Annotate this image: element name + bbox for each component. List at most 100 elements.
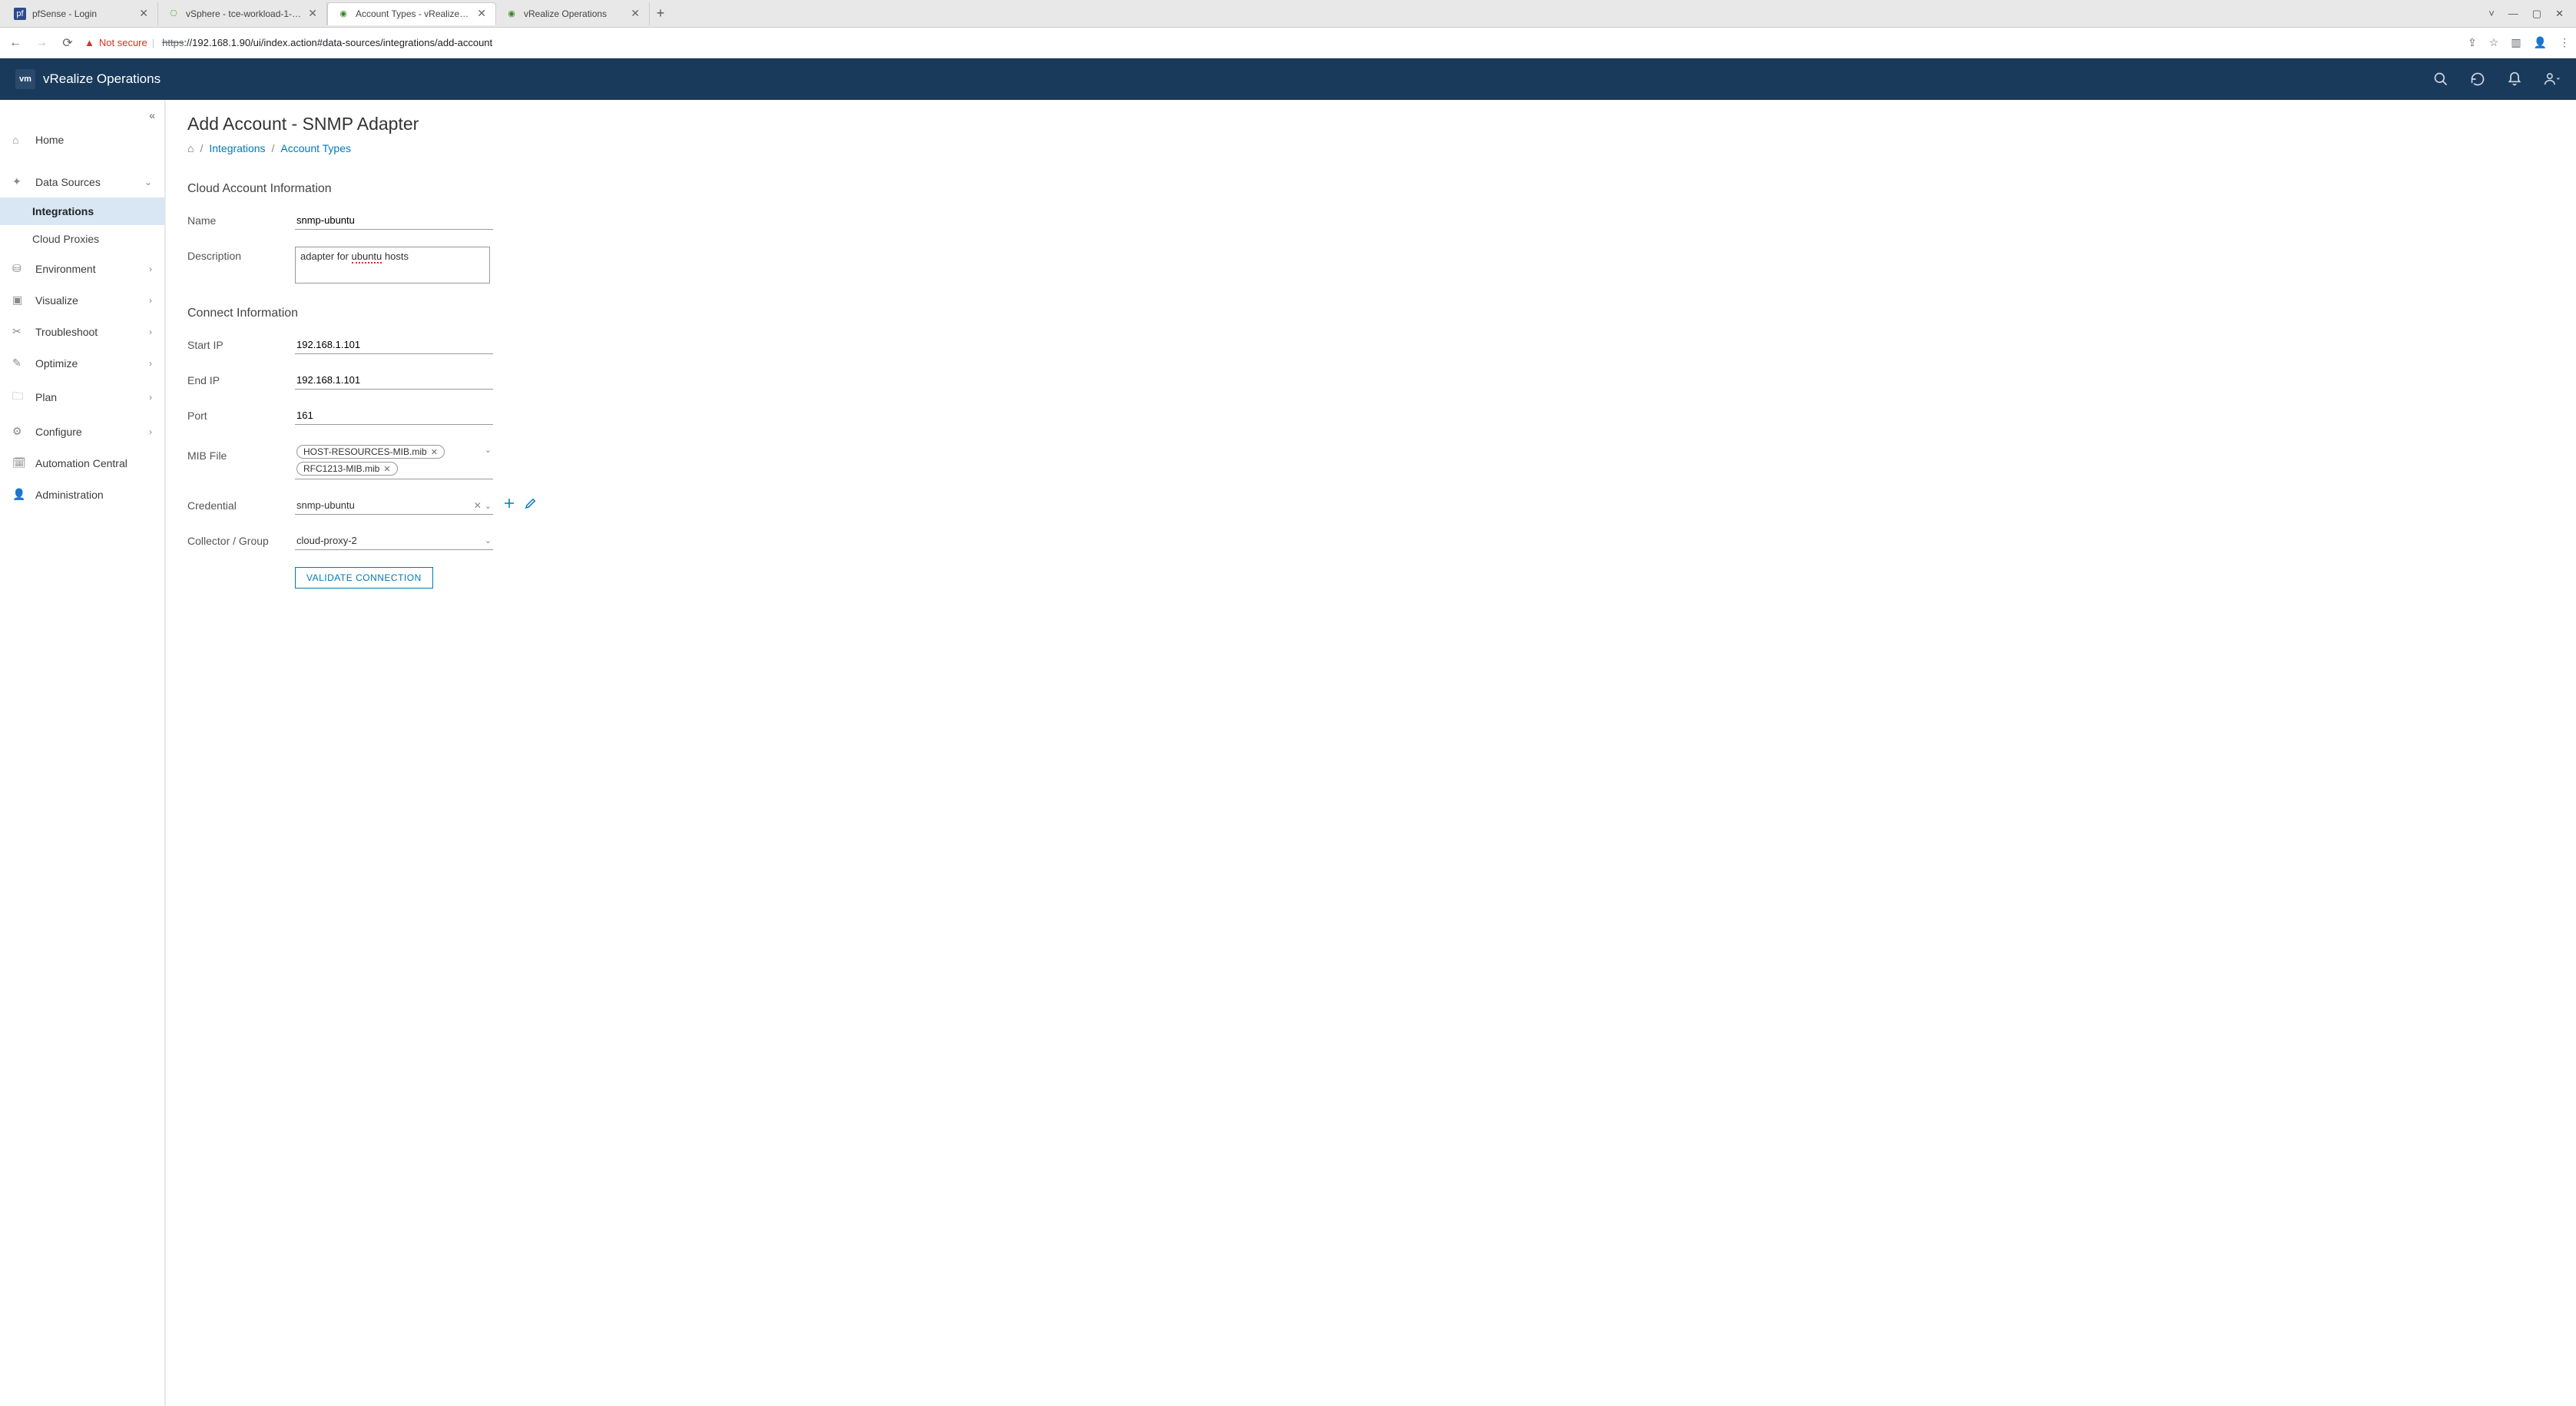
- edit-credential-button[interactable]: [524, 496, 538, 510]
- sidebar-icon: ⌂: [12, 134, 26, 146]
- menu-icon[interactable]: ⋮: [2559, 36, 2570, 49]
- sidebar-icon: 🗓: [12, 456, 26, 469]
- chevron-down-icon: ⌄: [485, 502, 492, 511]
- chevron-down-icon: ⌄: [485, 536, 492, 545]
- tab-close-icon[interactable]: ✕: [139, 7, 148, 20]
- main-content: Add Account - SNMP Adapter ⌂ / Integrati…: [165, 100, 2576, 1406]
- sidebar-icon: ⛁: [12, 262, 26, 275]
- sidebar-item-data-sources[interactable]: ✦ Data Sources ⌄: [0, 166, 164, 197]
- profile-icon[interactable]: 👤: [2534, 36, 2547, 49]
- sidebar-item-label: Environment: [35, 263, 96, 275]
- tab-close-icon[interactable]: ✕: [631, 7, 640, 20]
- name-input[interactable]: [295, 211, 493, 230]
- chevron-right-icon: ›: [149, 426, 152, 437]
- window-close-icon[interactable]: ✕: [2555, 8, 2564, 20]
- sidebar-item-environment[interactable]: ⛁Environment›: [0, 253, 164, 284]
- sidebar-item-label: Visualize: [35, 294, 78, 307]
- mib-chip-label: RFC1213-MIB.mib: [303, 463, 379, 474]
- warning-icon: ▲: [84, 37, 94, 48]
- new-tab-button[interactable]: +: [650, 5, 671, 22]
- label-description: Description: [187, 247, 295, 262]
- chevron-right-icon: ›: [149, 358, 152, 369]
- sidebar-item-label: Plan: [35, 391, 57, 403]
- sidebar-subitem-cloud-proxies[interactable]: Cloud Proxies: [0, 225, 164, 253]
- sidebar-icon: ⚙: [12, 425, 26, 438]
- sidebar-collapse-button[interactable]: «: [140, 106, 164, 124]
- browser-tab-bar: pfpfSense - Login✕ ⎔ vSphere - tce-workloa…: [0, 0, 2576, 28]
- sidebar-item-configure[interactable]: ⚙ Configure ›: [0, 416, 164, 447]
- breadcrumb-home-icon[interactable]: ⌂: [187, 142, 194, 154]
- section-cloud-account: Cloud Account Information: [187, 182, 2554, 196]
- start-ip-input[interactable]: [295, 336, 493, 354]
- sidebar-icon: 🗀: [12, 388, 26, 406]
- tab-favicon: ◉: [505, 8, 518, 20]
- credential-select[interactable]: snmp-ubuntu ✕⌄: [295, 496, 493, 515]
- mib-chip: HOST-RESOURCES-MIB.mib ✕: [296, 445, 445, 459]
- user-menu-icon[interactable]: [2544, 71, 2561, 87]
- window-maximize-icon[interactable]: ▢: [2532, 8, 2541, 20]
- sidebar-item-plan[interactable]: 🗀 Plan ›: [0, 379, 164, 416]
- mib-chip: RFC1213-MIB.mib ✕: [296, 462, 398, 476]
- chevron-right-icon: ›: [149, 392, 152, 403]
- window-controls: ˅ — ▢ ✕: [2488, 8, 2571, 20]
- security-indicator[interactable]: ▲ Not secure |: [84, 37, 154, 48]
- browser-tab[interactable]: ◉vRealize Operations✕: [496, 2, 650, 25]
- tab-favicon: ⎔: [167, 8, 180, 20]
- bell-icon[interactable]: [2507, 71, 2522, 87]
- vmware-logo: vm: [15, 69, 35, 89]
- browser-tab[interactable]: pfpfSense - Login✕: [5, 2, 158, 25]
- tab-close-icon[interactable]: ✕: [308, 7, 317, 20]
- description-textarea[interactable]: adapter for ubuntu hosts: [295, 247, 490, 284]
- section-connect: Connect Information: [187, 307, 2554, 320]
- sidebar-item-troubleshoot[interactable]: ✂Troubleshoot›: [0, 316, 164, 347]
- end-ip-input[interactable]: [295, 371, 493, 390]
- window-minimize-icon[interactable]: —: [2508, 8, 2518, 20]
- validate-connection-button[interactable]: VALIDATE CONNECTION: [295, 567, 433, 589]
- sidebar-item-optimize[interactable]: ✎Optimize›: [0, 347, 164, 379]
- sidebar-item-home[interactable]: ⌂Home: [0, 124, 164, 155]
- collector-select[interactable]: cloud-proxy-2 ⌄: [295, 532, 493, 550]
- nav-forward-button[interactable]: →: [32, 36, 51, 50]
- port-input[interactable]: [295, 406, 493, 425]
- bookmark-icon[interactable]: ☆: [2489, 36, 2499, 49]
- tab-close-icon[interactable]: ✕: [477, 7, 486, 20]
- chevron-right-icon: ›: [149, 295, 152, 306]
- sidebar-item-visualize[interactable]: ▣Visualize›: [0, 284, 164, 316]
- sidebar-subitem-integrations[interactable]: Integrations: [0, 197, 164, 225]
- chevron-right-icon: ›: [149, 327, 152, 337]
- label-start-ip: Start IP: [187, 336, 295, 351]
- window-caret-down-icon[interactable]: ˅: [2488, 8, 2495, 20]
- browser-tab[interactable]: ⎔ vSphere - tce-workload-1-md-2- ✕: [158, 2, 327, 25]
- label-collector: Collector / Group: [187, 532, 295, 547]
- add-credential-button[interactable]: [502, 496, 516, 510]
- url-display[interactable]: https://192.168.1.90/ui/index.action#dat…: [162, 37, 492, 48]
- chevron-down-icon: ⌄: [144, 177, 152, 187]
- sidebar: « ⌂Home ✦ Data Sources ⌄ IntegrationsCloud P…: [0, 100, 165, 1406]
- search-icon[interactable]: [2433, 71, 2449, 87]
- browser-address-bar: ← → ⟳ ▲ Not secure | https://192.168.1.9…: [0, 28, 2576, 58]
- mib-file-select[interactable]: HOST-RESOURCES-MIB.mib✕RFC1213-MIB.mib✕ …: [295, 442, 493, 479]
- chip-remove-icon[interactable]: ✕: [383, 464, 390, 474]
- sidebar-item-administration[interactable]: 👤Administration: [0, 479, 164, 510]
- nav-back-button[interactable]: ←: [6, 36, 25, 50]
- sidebar-icon: ✦: [12, 175, 26, 188]
- refresh-icon[interactable]: [2470, 71, 2485, 87]
- chip-remove-icon[interactable]: ✕: [431, 447, 438, 457]
- clear-credential-icon[interactable]: ✕: [474, 500, 482, 511]
- nav-reload-button[interactable]: ⟳: [58, 35, 77, 51]
- security-text: Not secure: [99, 37, 147, 48]
- sidebar-item-label: Data Sources: [35, 176, 101, 188]
- sidebar-item-automation-central[interactable]: 🗓Automation Central: [0, 447, 164, 479]
- sidebar-item-label: Configure: [35, 426, 82, 438]
- sidebar-item-label: Troubleshoot: [35, 326, 98, 338]
- mib-chip-label: HOST-RESOURCES-MIB.mib: [303, 446, 427, 457]
- tab-title: Account Types - vRealize Operati: [356, 8, 471, 19]
- sidebar-item-label: Optimize: [35, 357, 78, 370]
- panel-icon[interactable]: ▥: [2511, 36, 2521, 49]
- tab-favicon: pf: [14, 8, 26, 20]
- share-icon[interactable]: ⇪: [2468, 36, 2477, 49]
- tab-title: vSphere - tce-workload-1-md-2-: [186, 8, 302, 19]
- browser-tab[interactable]: ◉Account Types - vRealize Operati✕: [327, 2, 496, 25]
- breadcrumb-account-types[interactable]: Account Types: [280, 142, 351, 154]
- breadcrumb-integrations[interactable]: Integrations: [209, 142, 265, 154]
